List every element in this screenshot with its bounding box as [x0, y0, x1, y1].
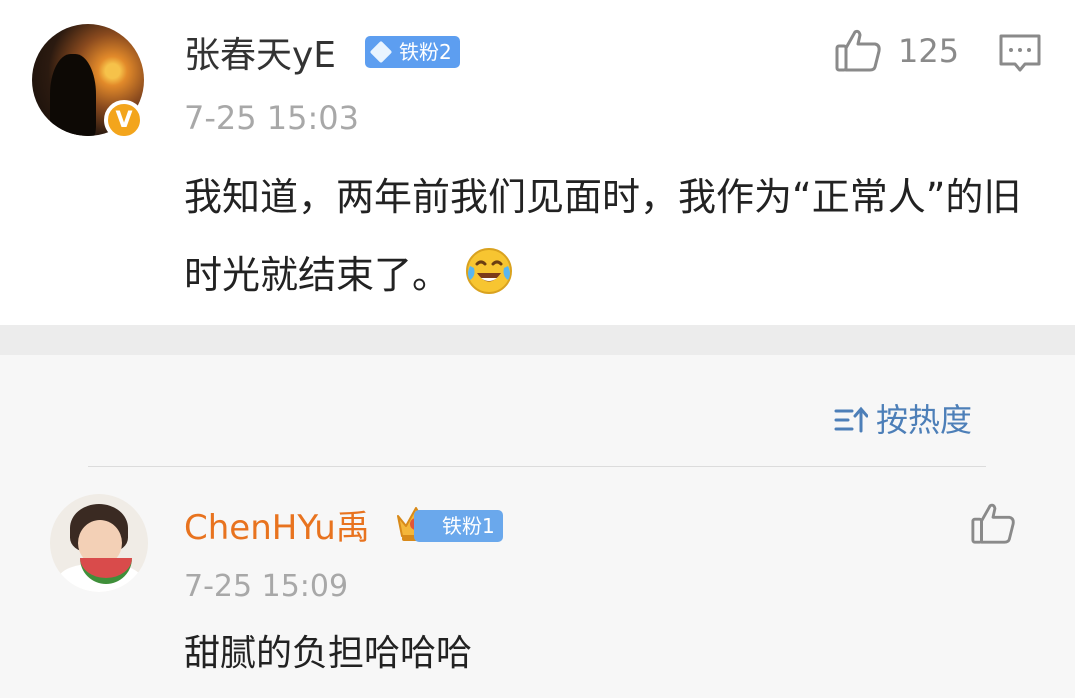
comment-fan-badge-label: 铁粉1 [442, 514, 495, 538]
comment-icon[interactable] [997, 30, 1043, 76]
comment-avatar[interactable] [50, 494, 148, 592]
laughing-crying-emoji-icon [466, 248, 513, 294]
divider [88, 466, 986, 467]
main-post: V 张春天yE 铁粉2 7-25 15:03 125 我知道，两年前我们见面时，… [0, 0, 1075, 325]
comment-text: 甜腻的负担哈哈哈 [184, 633, 473, 674]
comment-fan-level-badge[interactable]: 铁粉1 [414, 510, 503, 542]
comment-thumbs-up-icon[interactable] [970, 500, 1016, 546]
thumbs-up-icon[interactable] [834, 26, 882, 74]
post-username[interactable]: 张春天yE [184, 34, 336, 78]
comment-timestamp: 7-25 15:09 [184, 569, 349, 604]
sort-label: 按热度 [876, 401, 973, 439]
sort-icon [834, 406, 868, 433]
post-text-content: 我知道，两年前我们见面时，我作为“正常人”的旧时光就结束了。 [184, 175, 1022, 297]
fan-badge-label: 铁粉2 [399, 40, 452, 64]
verified-badge-icon: V [104, 100, 144, 140]
fan-level-badge[interactable]: 铁粉2 [365, 36, 460, 68]
section-separator [0, 325, 1075, 355]
like-count: 125 [898, 32, 960, 70]
post-text: 我知道，两年前我们见面时，我作为“正常人”的旧时光就结束了。 [184, 158, 1044, 314]
diamond-icon [369, 40, 393, 64]
comment-username[interactable]: ChenHYu禹 [184, 506, 370, 550]
sort-by-hot-button[interactable]: 按热度 [834, 398, 972, 442]
avatar-silhouette [50, 54, 96, 136]
post-timestamp: 7-25 15:03 [184, 99, 360, 137]
